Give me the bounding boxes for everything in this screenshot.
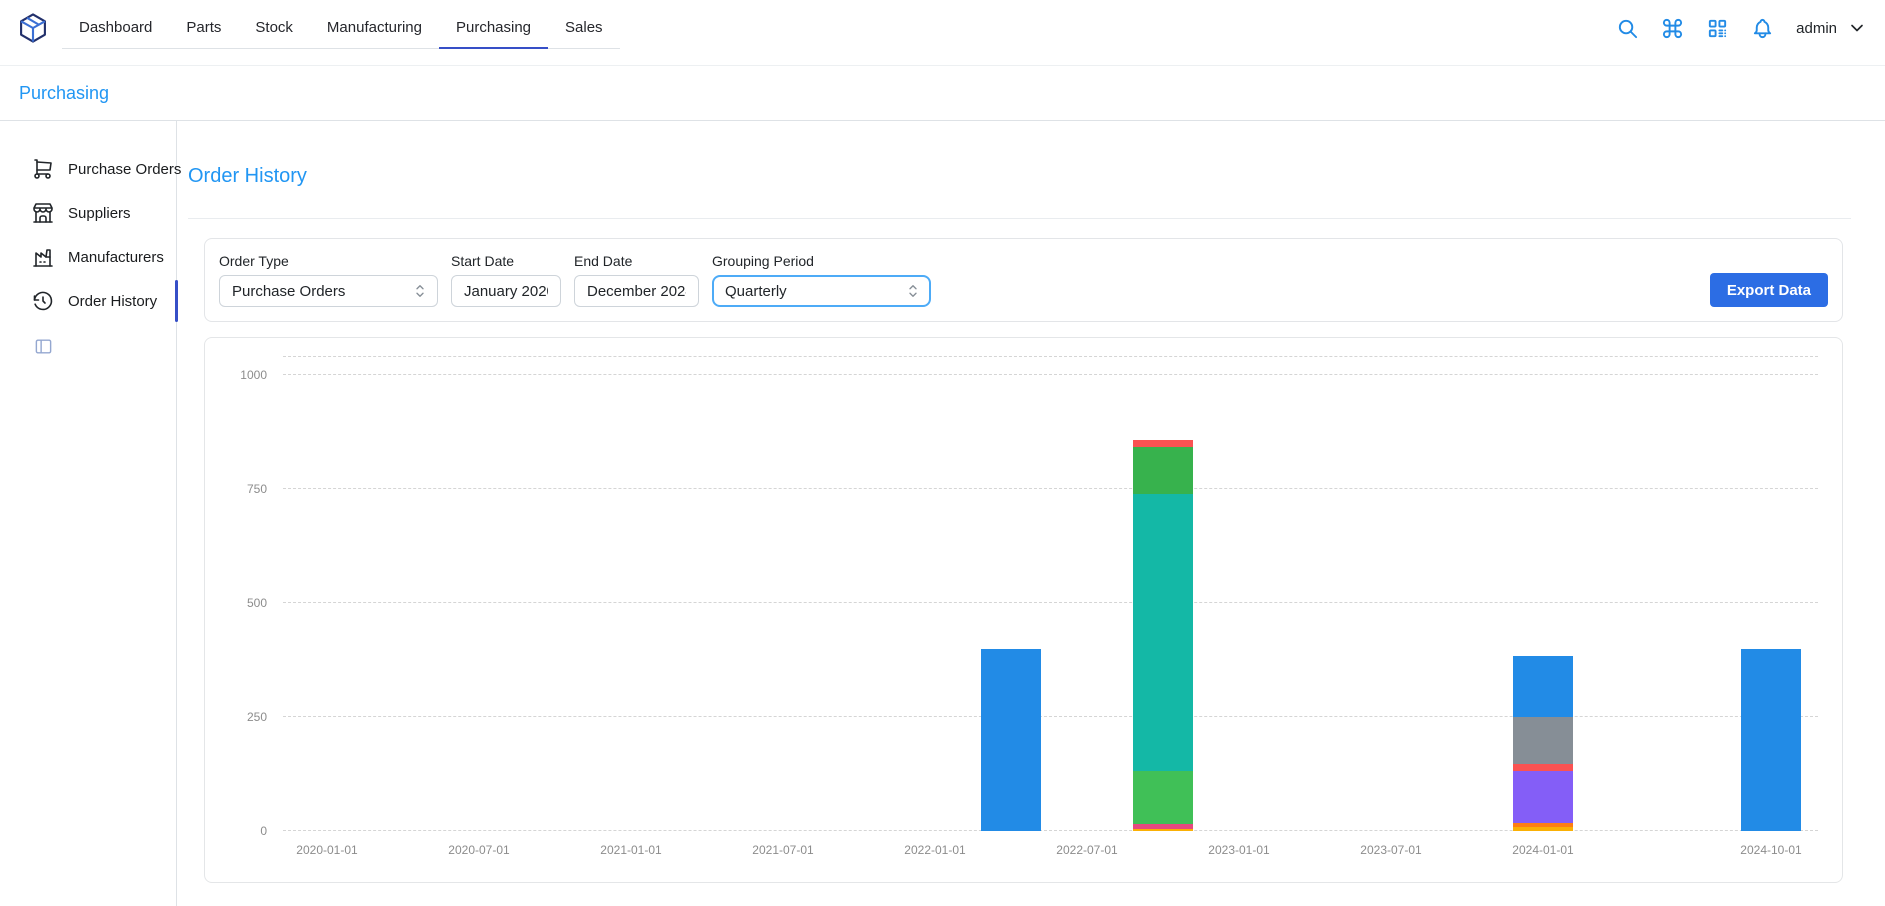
x-axis-tick-label: 2022-01-01 bbox=[904, 843, 965, 857]
breadcrumb: Purchasing bbox=[0, 66, 1885, 121]
chart-bar[interactable] bbox=[1741, 649, 1801, 831]
chevron-selector-icon bbox=[904, 282, 922, 300]
bar-segment[interactable] bbox=[1513, 764, 1573, 771]
sidebar-collapse-icon[interactable] bbox=[34, 337, 53, 356]
sidebar-item-purchase-orders[interactable]: Purchase Orders bbox=[0, 147, 176, 191]
tab-manufacturing[interactable]: Manufacturing bbox=[310, 8, 439, 49]
grouping-period-value: Quarterly bbox=[725, 283, 787, 300]
tab-stock[interactable]: Stock bbox=[238, 8, 310, 49]
bell-icon[interactable] bbox=[1751, 17, 1774, 40]
y-axis-tick-label: 0 bbox=[260, 824, 267, 838]
x-axis-tick-label: 2022-07-01 bbox=[1056, 843, 1117, 857]
sidebar-item-suppliers[interactable]: Suppliers bbox=[0, 191, 176, 235]
command-icon[interactable] bbox=[1661, 17, 1684, 40]
order-type-select[interactable]: Purchase Orders bbox=[219, 275, 438, 307]
export-data-button[interactable]: Export Data bbox=[1710, 273, 1828, 307]
sidebar-item-label: Suppliers bbox=[68, 205, 131, 222]
bar-segment[interactable] bbox=[1513, 656, 1573, 717]
tab-purchasing[interactable]: Purchasing bbox=[439, 8, 548, 49]
breadcrumb-purchasing[interactable]: Purchasing bbox=[19, 83, 109, 104]
x-axis-tick-label: 2024-10-01 bbox=[1740, 843, 1801, 857]
sidebar-item-label: Manufacturers bbox=[68, 249, 164, 266]
qr-code-icon[interactable] bbox=[1706, 17, 1729, 40]
x-axis-tick-label: 2023-01-01 bbox=[1208, 843, 1269, 857]
tab-sales[interactable]: Sales bbox=[548, 8, 620, 49]
main-panel: Order History Order Type Purchase Orders… bbox=[177, 121, 1885, 906]
bar-segment[interactable] bbox=[1133, 829, 1193, 831]
page-title: Order History bbox=[188, 165, 1851, 188]
gridline bbox=[283, 830, 1818, 831]
gridline bbox=[283, 374, 1818, 375]
bar-segment[interactable] bbox=[981, 649, 1041, 831]
filter-end-date: End Date bbox=[574, 253, 699, 307]
y-axis-tick-label: 500 bbox=[247, 596, 267, 610]
building-factory-icon bbox=[31, 245, 55, 269]
end-date-input[interactable] bbox=[574, 275, 699, 307]
chevron-selector-icon bbox=[411, 282, 429, 300]
start-date-label: Start Date bbox=[451, 253, 561, 269]
x-axis-tick-label: 2021-01-01 bbox=[600, 843, 661, 857]
chart-bar[interactable] bbox=[981, 649, 1041, 831]
building-store-icon bbox=[31, 201, 55, 225]
order-type-label: Order Type bbox=[219, 253, 438, 269]
title-divider bbox=[188, 218, 1851, 219]
gridline bbox=[283, 602, 1818, 603]
sidebar-item-order-history[interactable]: Order History bbox=[0, 279, 176, 323]
x-axis-tick-label: 2020-01-01 bbox=[296, 843, 357, 857]
bar-segment[interactable] bbox=[1741, 649, 1801, 831]
sidebar-item-manufacturers[interactable]: Manufacturers bbox=[0, 235, 176, 279]
app-logo-icon[interactable] bbox=[16, 11, 50, 45]
plot-top-frame-line bbox=[283, 356, 1818, 357]
gridline bbox=[283, 488, 1818, 489]
bar-segment[interactable] bbox=[1133, 440, 1193, 447]
chart-bar[interactable] bbox=[1513, 656, 1573, 831]
filter-bar: Order Type Purchase Orders Start Date En… bbox=[204, 238, 1843, 322]
bar-segment[interactable] bbox=[1133, 771, 1193, 824]
plot-area: 025050075010002020-01-012020-07-012021-0… bbox=[283, 375, 1818, 831]
filter-start-date: Start Date bbox=[451, 253, 561, 307]
top-navbar: Dashboard Parts Stock Manufacturing Purc… bbox=[0, 0, 1885, 66]
bar-segment[interactable] bbox=[1513, 717, 1573, 764]
order-history-chart-card: 0 250 500 750 1000 2020-01-01 2020-07-01 2021-0… bbox=[204, 337, 1843, 883]
chart-bar[interactable] bbox=[1133, 440, 1193, 831]
grouping-period-label: Grouping Period bbox=[712, 253, 931, 269]
end-date-label: End Date bbox=[574, 253, 699, 269]
y-axis-tick-label: 250 bbox=[247, 710, 267, 724]
bar-segment[interactable] bbox=[1133, 447, 1193, 494]
chevron-down-icon bbox=[1847, 18, 1867, 38]
shopping-cart-icon bbox=[31, 157, 55, 181]
content-area: Purchase Orders Suppliers bbox=[0, 121, 1885, 906]
sidebar-item-label: Purchase Orders bbox=[68, 161, 181, 178]
y-axis-tick-label: 1000 bbox=[240, 368, 267, 382]
x-axis-tick-label: 2020-07-01 bbox=[448, 843, 509, 857]
search-icon[interactable] bbox=[1616, 17, 1639, 40]
bar-segment[interactable] bbox=[1513, 771, 1573, 823]
main-tab-bar: Dashboard Parts Stock Manufacturing Purc… bbox=[62, 0, 620, 49]
filter-grouping-period: Grouping Period Quarterly bbox=[712, 253, 931, 307]
user-menu[interactable]: admin bbox=[1796, 18, 1867, 38]
tab-parts[interactable]: Parts bbox=[169, 8, 238, 49]
bar-segment[interactable] bbox=[1513, 827, 1573, 831]
username: admin bbox=[1796, 20, 1837, 37]
filter-order-type: Order Type Purchase Orders bbox=[219, 253, 438, 307]
tab-dashboard[interactable]: Dashboard bbox=[62, 8, 169, 49]
y-axis-tick-label: 750 bbox=[247, 482, 267, 496]
navbar-actions: admin bbox=[1616, 0, 1867, 56]
start-date-input[interactable] bbox=[451, 275, 561, 307]
x-axis-tick-label: 2021-07-01 bbox=[752, 843, 813, 857]
history-icon bbox=[31, 289, 55, 313]
x-axis-tick-label: 2023-07-01 bbox=[1360, 843, 1421, 857]
grouping-period-select[interactable]: Quarterly bbox=[712, 275, 931, 307]
bar-segment[interactable] bbox=[1133, 494, 1193, 771]
purchasing-sidebar: Purchase Orders Suppliers bbox=[0, 121, 177, 906]
gridline bbox=[283, 716, 1818, 717]
order-type-value: Purchase Orders bbox=[232, 283, 345, 300]
x-axis-tick-label: 2024-01-01 bbox=[1512, 843, 1573, 857]
sidebar-item-label: Order History bbox=[68, 293, 157, 310]
